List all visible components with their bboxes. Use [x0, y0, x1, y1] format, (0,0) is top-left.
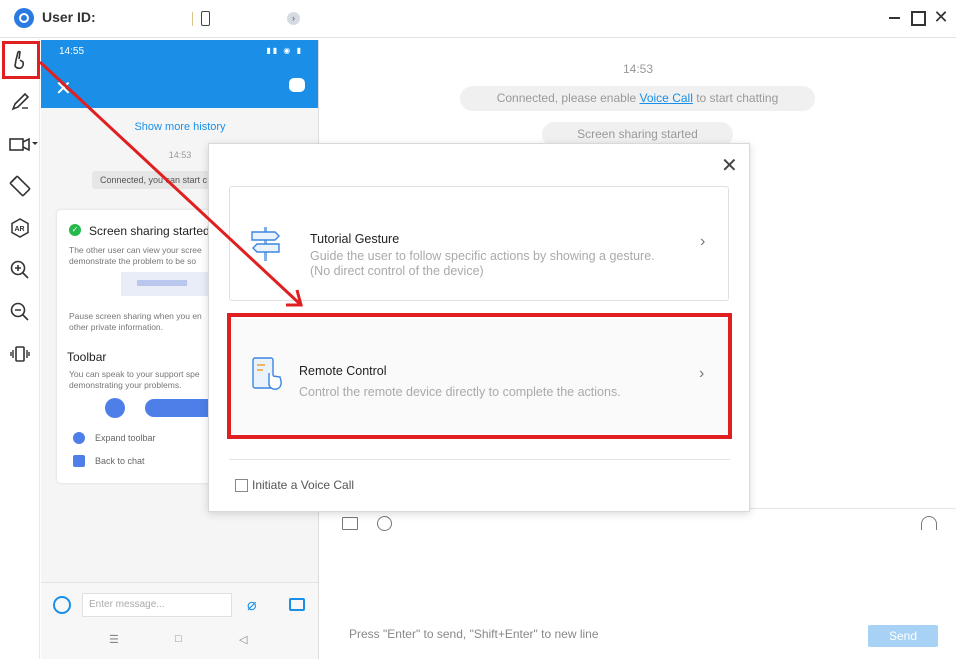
expand-toolbar-label: Expand toolbar [95, 433, 156, 443]
phone-icon [201, 11, 210, 26]
chat-connected-message: Connected, please enable Voice Call to s… [460, 86, 815, 111]
back-to-chat-label: Back to chat [95, 456, 145, 466]
screen-sharing-card: ✓ Screen sharing started The other user … [57, 210, 217, 483]
card-text: demonstrating your problems. [69, 380, 182, 390]
attachment-icon[interactable]: ⌀ [247, 595, 257, 615]
card-title: Screen sharing started [89, 224, 210, 238]
left-toolbar: AR [0, 39, 40, 659]
zoom-in-icon[interactable] [8, 258, 32, 282]
phone-status-icons: ▮▮ ◉ ▮ [266, 46, 303, 55]
card-text: Pause screen sharing when you en [69, 311, 202, 321]
chat-timestamp: 14:53 [622, 62, 654, 76]
menu-nav-icon[interactable]: ☰ [109, 633, 119, 646]
phone-voice-icon[interactable] [53, 596, 71, 614]
phone-header: 14:55 ▮▮ ◉ ▮ ✕ [41, 40, 318, 108]
tutorial-gesture-option[interactable]: Tutorial Gesture Guide the user to follo… [229, 186, 729, 301]
voice-call-checkbox[interactable] [235, 479, 248, 492]
tutorial-gesture-desc: Guide the user to follow specific action… [310, 249, 655, 279]
phone-input-bar: Enter message... ⌀ ☰ □ ◁ [41, 582, 318, 659]
app-logo-icon [14, 8, 34, 28]
toolbar-preview-icon [105, 398, 125, 418]
ar-icon[interactable]: AR [8, 216, 32, 240]
voice-call-label[interactable]: Initiate a Voice Call [252, 478, 354, 492]
minimize-button[interactable] [886, 8, 904, 26]
dialog-divider [229, 459, 730, 460]
send-button[interactable]: Send [868, 625, 938, 647]
gesture-icon[interactable] [8, 48, 32, 72]
voice-icon[interactable] [377, 516, 392, 531]
tutorial-gesture-title: Tutorial Gesture [310, 232, 400, 246]
close-window-button[interactable]: ✕ [932, 8, 950, 26]
desc-line: (No direct control of the device) [310, 264, 484, 278]
zoom-out-icon[interactable] [8, 300, 32, 324]
voice-call-link[interactable]: Voice Call [640, 91, 693, 105]
folder-icon[interactable] [342, 517, 358, 530]
home-nav-icon[interactable]: □ [175, 633, 182, 645]
toolbar-preview [145, 399, 217, 417]
phone-clock: 14:55 [59, 46, 85, 57]
connected-text: Connected, please enable [496, 91, 640, 105]
user-id-label: User ID: [42, 9, 96, 25]
phone-message-input[interactable]: Enter message... [82, 593, 232, 617]
card-text: The other user can view your scree [69, 245, 202, 255]
card-text: demonstrate the problem to be so [69, 256, 197, 266]
connected-text: to start chatting [692, 91, 779, 105]
control-mode-dialog: ✕ Tutorial Gesture Guide the user to fol… [208, 143, 750, 512]
divider [192, 12, 193, 26]
vibrate-icon[interactable] [8, 342, 32, 366]
rotate-icon[interactable] [8, 174, 32, 198]
card-illustration [121, 272, 217, 296]
back-nav-icon[interactable]: ◁ [239, 633, 247, 646]
svg-text:AR: AR [15, 226, 25, 233]
image-icon[interactable] [289, 598, 305, 611]
remote-control-highlight-box [227, 313, 732, 439]
info-icon[interactable]: › [287, 12, 300, 25]
show-more-history-link[interactable]: Show more history [41, 121, 318, 133]
card-text: other private information. [69, 322, 164, 332]
video-camera-icon[interactable] [8, 132, 40, 156]
phone-bot-icon[interactable] [289, 78, 305, 92]
input-hint: Press "Enter" to send, "Shift+Enter" to … [349, 627, 599, 641]
maximize-button[interactable] [908, 8, 926, 26]
chevron-right-icon: › [700, 233, 706, 250]
signpost-icon [248, 223, 284, 263]
phone-close-icon[interactable]: ✕ [55, 76, 72, 101]
card-toolbar-heading: Toolbar [67, 350, 107, 364]
headset-icon[interactable] [921, 516, 937, 530]
desc-line: Guide the user to follow specific action… [310, 249, 655, 263]
pen-icon[interactable] [8, 90, 32, 114]
card-text: You can speak to your support spe [69, 369, 200, 379]
check-icon: ✓ [69, 224, 81, 236]
back-to-chat-icon [73, 455, 85, 467]
expand-toolbar-icon [73, 432, 85, 444]
title-bar: User ID: › ✕ [0, 0, 956, 38]
dialog-close-button[interactable]: ✕ [721, 156, 738, 176]
